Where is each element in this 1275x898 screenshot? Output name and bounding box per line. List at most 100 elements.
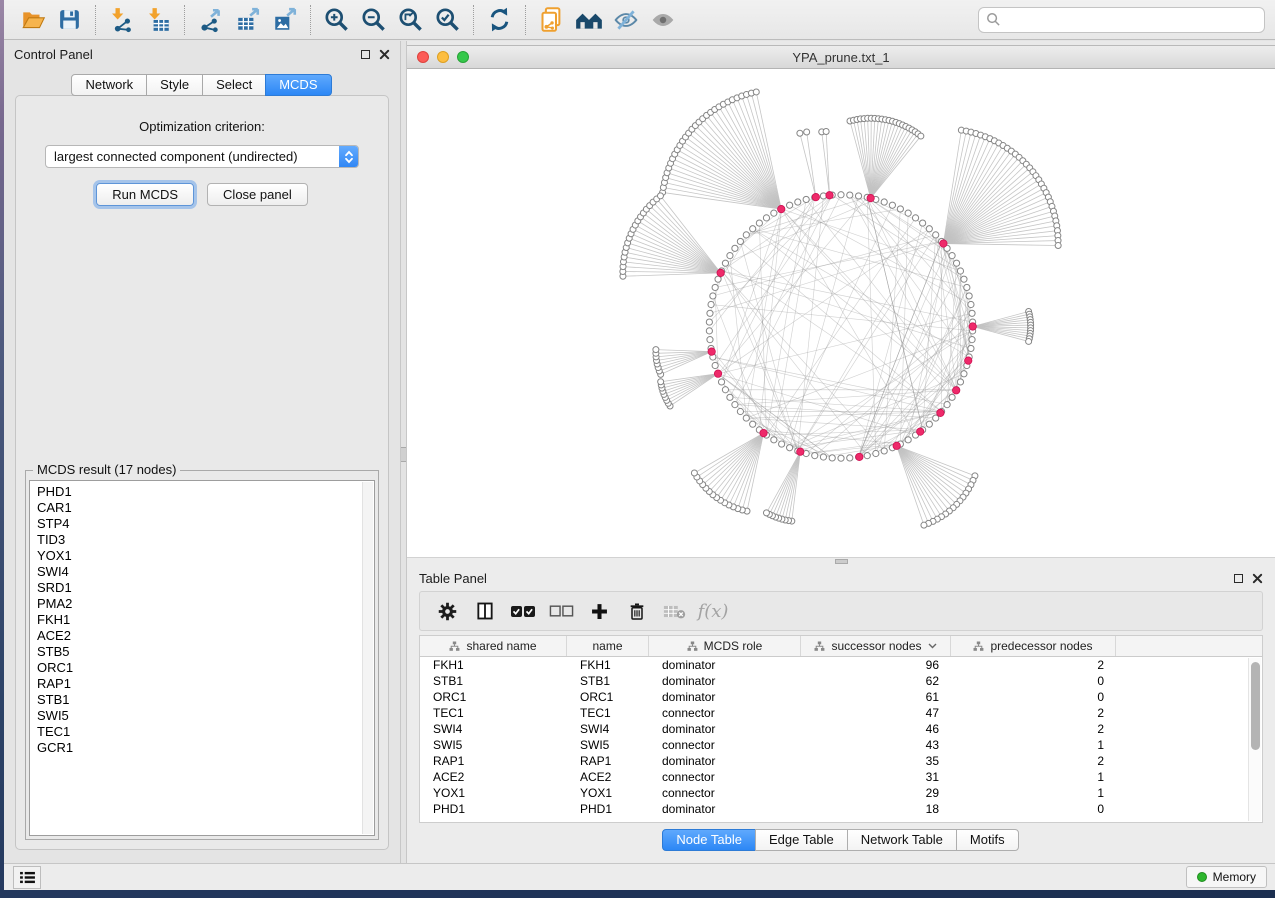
- table-cell[interactable]: RAP1: [420, 754, 567, 768]
- graph-node[interactable]: [847, 455, 853, 461]
- result-list-item[interactable]: SRD1: [37, 580, 374, 596]
- table-cell[interactable]: 35: [801, 754, 951, 768]
- graph-node[interactable]: [864, 453, 870, 459]
- graph-hub-node[interactable]: [812, 193, 819, 200]
- table-cell[interactable]: STB1: [420, 674, 567, 688]
- result-list-item[interactable]: TID3: [37, 532, 374, 548]
- network-canvas[interactable]: [407, 69, 1275, 557]
- table-cell[interactable]: 2: [951, 706, 1116, 720]
- result-list-item[interactable]: TEC1: [37, 724, 374, 740]
- column-header-mcds-role[interactable]: MCDS role: [649, 636, 801, 656]
- first-neighbors-button[interactable]: [570, 4, 607, 36]
- table-cell[interactable]: dominator: [649, 722, 801, 736]
- close-panel-button[interactable]: Close panel: [207, 183, 308, 206]
- graph-hub-node[interactable]: [717, 269, 724, 276]
- graph-node[interactable]: [753, 89, 759, 95]
- graph-node[interactable]: [949, 253, 955, 259]
- graph-node[interactable]: [926, 421, 932, 427]
- table-cell[interactable]: 96: [801, 658, 951, 672]
- table-cell[interactable]: 61: [801, 690, 951, 704]
- result-list-item[interactable]: PHD1: [37, 484, 374, 500]
- tab-style[interactable]: Style: [146, 74, 203, 96]
- graph-node[interactable]: [912, 215, 918, 221]
- graph-hub-node[interactable]: [917, 428, 924, 435]
- graph-node[interactable]: [949, 394, 955, 400]
- tab-network-table[interactable]: Network Table: [847, 829, 957, 851]
- graph-node[interactable]: [969, 337, 975, 343]
- tab-select[interactable]: Select: [202, 74, 266, 96]
- result-list-item[interactable]: STB5: [37, 644, 374, 660]
- table-row[interactable]: TEC1TEC1connector472: [420, 705, 1262, 721]
- graph-node[interactable]: [691, 470, 697, 476]
- graph-node[interactable]: [743, 415, 749, 421]
- graph-node[interactable]: [658, 379, 664, 385]
- table-cell[interactable]: FKH1: [567, 658, 649, 672]
- graph-node[interactable]: [905, 210, 911, 216]
- table-row[interactable]: ORC1ORC1dominator610: [420, 689, 1262, 705]
- export-network-button[interactable]: [192, 4, 229, 36]
- table-cell[interactable]: SWI5: [420, 738, 567, 752]
- table-cell[interactable]: 47: [801, 706, 951, 720]
- column-header-shared-name[interactable]: shared name: [420, 636, 567, 656]
- graph-node[interactable]: [933, 232, 939, 238]
- zoom-fit-button[interactable]: [392, 4, 429, 36]
- graph-node[interactable]: [727, 394, 733, 400]
- table-cell[interactable]: TEC1: [420, 706, 567, 720]
- graph-hub-node[interactable]: [826, 192, 833, 199]
- result-list-item[interactable]: STB1: [37, 692, 374, 708]
- graph-node[interactable]: [707, 310, 713, 316]
- search-input[interactable]: [1006, 12, 1257, 27]
- graph-node[interactable]: [718, 379, 724, 385]
- graph-node[interactable]: [712, 284, 718, 290]
- graph-node[interactable]: [953, 260, 959, 266]
- table-cell[interactable]: ORC1: [420, 690, 567, 704]
- result-list-item[interactable]: SWI4: [37, 564, 374, 580]
- graph-node[interactable]: [873, 450, 879, 456]
- table-cell[interactable]: 2: [951, 754, 1116, 768]
- graph-node[interactable]: [969, 310, 975, 316]
- table-cell[interactable]: PHD1: [567, 802, 649, 816]
- graph-node[interactable]: [838, 455, 844, 461]
- result-list-item[interactable]: SWI5: [37, 708, 374, 724]
- export-table-button[interactable]: [229, 4, 266, 36]
- graph-hub-node[interactable]: [708, 348, 715, 355]
- table-cell[interactable]: RAP1: [567, 754, 649, 768]
- table-cell[interactable]: YOX1: [420, 786, 567, 800]
- graph-node[interactable]: [889, 202, 895, 208]
- result-list-item[interactable]: FKH1: [37, 612, 374, 628]
- table-scrollbar[interactable]: [1248, 658, 1261, 821]
- graph-node[interactable]: [968, 345, 974, 351]
- table-cell[interactable]: dominator: [649, 802, 801, 816]
- table-cell[interactable]: dominator: [649, 674, 801, 688]
- result-list-item[interactable]: YOX1: [37, 548, 374, 564]
- graph-hub-node[interactable]: [760, 429, 767, 436]
- graph-node[interactable]: [838, 192, 844, 198]
- graph-node[interactable]: [961, 371, 967, 377]
- graph-node[interactable]: [710, 293, 716, 299]
- show-columns-button[interactable]: [466, 594, 504, 628]
- splitter-handle[interactable]: [401, 447, 406, 462]
- close-panel-icon[interactable]: [1252, 573, 1263, 584]
- table-cell[interactable]: dominator: [649, 658, 801, 672]
- deselect-all-button[interactable]: [542, 594, 580, 628]
- table-cell[interactable]: 43: [801, 738, 951, 752]
- graph-node[interactable]: [750, 226, 756, 232]
- graph-node[interactable]: [897, 206, 903, 212]
- graph-node[interactable]: [779, 441, 785, 447]
- refresh-button[interactable]: [481, 4, 518, 36]
- select-all-button[interactable]: [504, 594, 542, 628]
- graph-node[interactable]: [918, 133, 924, 139]
- graph-node[interactable]: [881, 448, 887, 454]
- graph-node[interactable]: [737, 408, 743, 414]
- splitter-handle[interactable]: [835, 559, 848, 564]
- graph-node[interactable]: [708, 301, 714, 307]
- criterion-dropdown[interactable]: largest connected component (undirected): [45, 145, 359, 168]
- table-cell[interactable]: connector: [649, 770, 801, 784]
- table-row[interactable]: YOX1YOX1connector291: [420, 785, 1262, 801]
- graph-node[interactable]: [743, 232, 749, 238]
- graph-node[interactable]: [881, 199, 887, 205]
- import-table-button[interactable]: [140, 4, 177, 36]
- table-cell[interactable]: PHD1: [420, 802, 567, 816]
- graph-node[interactable]: [727, 253, 733, 259]
- zoom-in-button[interactable]: [318, 4, 355, 36]
